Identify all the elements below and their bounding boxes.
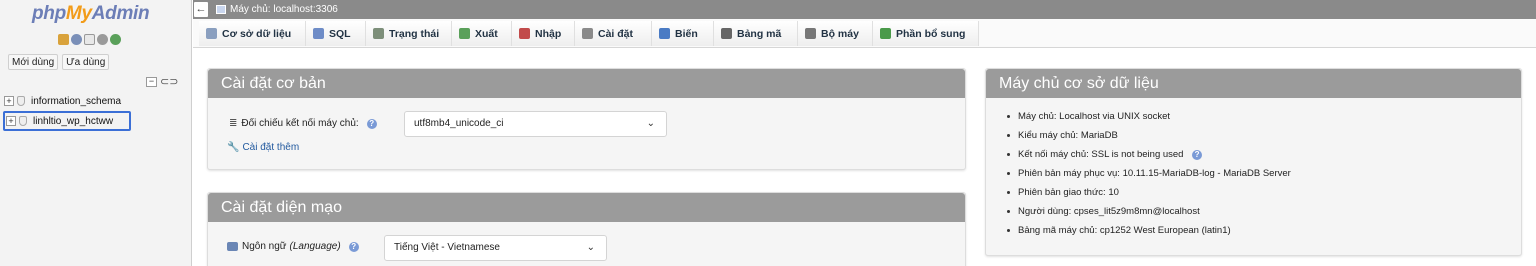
tab-import[interactable]: Nhập — [512, 21, 575, 46]
help-icon[interactable]: ? — [1192, 150, 1203, 160]
server-icon — [216, 5, 226, 14]
variables-icon — [659, 28, 670, 39]
list-item: Bảng mã máy chủ: cp1252 West European (l… — [1007, 224, 1291, 243]
db-name[interactable]: information_schema — [31, 96, 121, 107]
language-row: Ngôn ngữ (Language) ? — [227, 241, 359, 252]
charset-icon — [721, 28, 732, 39]
database-icon — [17, 96, 25, 106]
tab-variables[interactable]: Biến — [652, 21, 714, 46]
tab-charsets[interactable]: Bảng mã — [714, 21, 798, 46]
tab-databases[interactable]: Cơ sở dữ liệu — [199, 21, 306, 46]
breadcrumb-server[interactable]: Máy chủ: localhost:3306 — [230, 4, 338, 15]
expand-icon[interactable]: + — [4, 96, 14, 106]
sql-icon — [313, 28, 324, 39]
favorite-tables-button[interactable]: Ưa dùng — [62, 54, 110, 70]
list-item: Phiên bản máy phục vụ: 10.11.15-MariaDB-… — [1007, 167, 1291, 186]
chevron-down-icon: ⌄ — [586, 242, 595, 253]
import-icon — [519, 28, 530, 39]
plugin-icon — [880, 28, 891, 39]
collation-row: ≣ Đối chiếu kết nối máy chủ: ? — [229, 118, 377, 129]
tab-settings[interactable]: Cài đặt — [575, 21, 652, 46]
quick-links — [58, 34, 121, 45]
collapse-all-icon[interactable]: − — [146, 77, 157, 87]
collation-label: Đối chiếu kết nối máy chủ: — [241, 118, 359, 129]
wrench-icon: 🔧 — [227, 142, 240, 153]
tab-sql[interactable]: SQL — [306, 21, 366, 46]
list-item: Máy chủ: Localhost via UNIX socket — [1007, 110, 1291, 129]
list-item: Phiên bản giao thức: 10 — [1007, 186, 1291, 205]
panel-title: Cài đặt diện mạo — [208, 193, 965, 222]
main-menu-tabs: Cơ sở dữ liệu SQL Trạng thái Xuất Nhập C… — [193, 19, 1536, 48]
breadcrumb-bar: ← Máy chủ: localhost:3306 — [193, 0, 1536, 19]
database-icon — [19, 116, 27, 126]
more-settings-row: 🔧 Cài đặt thêm — [227, 142, 299, 153]
engine-icon — [805, 28, 816, 39]
tab-status[interactable]: Trạng thái — [366, 21, 452, 46]
back-arrow-icon[interactable]: ← — [194, 2, 208, 17]
database-icon — [206, 28, 217, 39]
panel-title: Cài đặt cơ bản — [208, 69, 965, 98]
list-item: Kiểu máy chủ: MariaDB — [1007, 129, 1291, 148]
list-item: Người dùng: cpses_lit5z9m8mn@localhost — [1007, 205, 1291, 224]
db-tree-item-linhltio-wp-hctww[interactable]: + linhltio_wp_hctww — [3, 111, 131, 131]
settings-icon[interactable] — [97, 34, 108, 45]
home-icon[interactable] — [58, 34, 69, 45]
help-icon[interactable]: ? — [348, 241, 359, 252]
phpmyadmin-logo[interactable]: phpMyAdmin — [32, 3, 150, 25]
tab-export[interactable]: Xuất — [452, 21, 512, 46]
wrench-icon — [582, 28, 593, 39]
docs-icon[interactable] — [84, 34, 95, 45]
list-icon: ≣ — [229, 118, 238, 129]
link-with-main-panel-icon[interactable]: ⊂⊃ — [160, 77, 178, 88]
reload-icon[interactable] — [110, 34, 121, 45]
tab-plugins[interactable]: Phần bổ sung — [873, 21, 979, 46]
expand-icon[interactable]: + — [6, 116, 16, 126]
status-icon — [373, 28, 384, 39]
navigation-sidebar: phpMyAdmin Mới dùng Ưa dùng − ⊂⊃ + infor… — [0, 0, 192, 266]
chevron-down-icon: ⌄ — [646, 118, 655, 129]
recent-tables-button[interactable]: Mới dùng — [8, 54, 59, 70]
more-settings-link[interactable]: Cài đặt thêm — [242, 142, 299, 153]
db-name[interactable]: linhltio_wp_hctww — [33, 116, 113, 127]
language-select[interactable]: Tiếng Việt - Vietnamese ⌄ — [384, 235, 607, 261]
exit-icon[interactable] — [71, 34, 82, 45]
collation-select[interactable]: utf8mb4_unicode_ci ⌄ — [404, 111, 667, 137]
language-label-en: (Language) — [289, 241, 341, 252]
help-icon[interactable]: ? — [366, 118, 377, 129]
server-info-list: Máy chủ: Localhost via UNIX socket Kiểu … — [1007, 110, 1291, 243]
panel-title: Máy chủ cơ sở dữ liệu — [986, 69, 1521, 98]
language-label: Ngôn ngữ — [242, 241, 287, 252]
db-tree-item-information-schema[interactable]: + information_schema — [4, 92, 121, 110]
list-item: Kết nối máy chủ: SSL is not being used ? — [1007, 148, 1291, 167]
language-icon — [227, 242, 238, 251]
tab-engines[interactable]: Bộ máy — [798, 21, 873, 46]
export-icon — [459, 28, 470, 39]
